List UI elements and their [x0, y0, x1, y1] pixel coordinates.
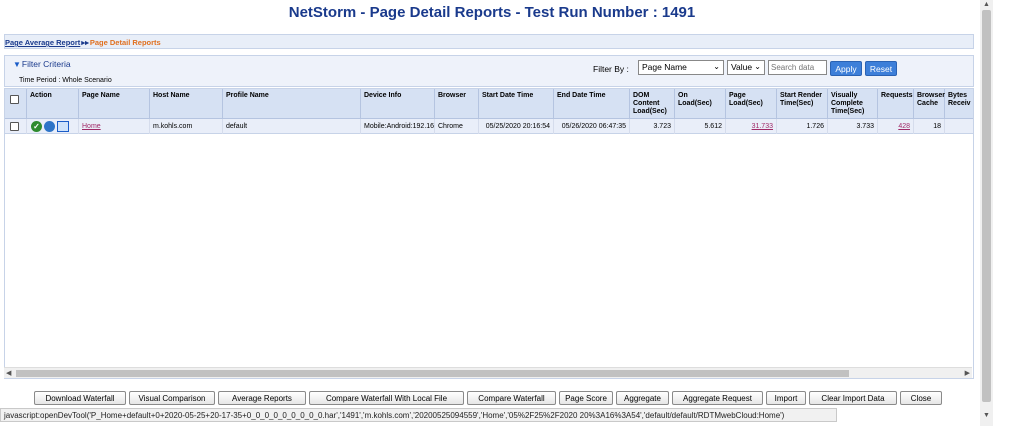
- cell-browser-cache: 18: [914, 119, 945, 134]
- page-score-button[interactable]: Page Score: [559, 391, 613, 405]
- scroll-right-icon[interactable]: ▶: [965, 369, 970, 377]
- cell-start-render: 1.726: [777, 119, 828, 134]
- breadcrumb-separator: ▸▸: [81, 38, 89, 47]
- apply-button[interactable]: Apply: [830, 61, 862, 76]
- horizontal-scrollbar[interactable]: ◀ ▶: [4, 367, 972, 378]
- cell-requests: 428: [878, 119, 914, 134]
- row-select-cell: [5, 119, 27, 134]
- aggregate-button[interactable]: Aggregate: [616, 391, 669, 405]
- cell-bytes-received: [945, 119, 973, 134]
- filter-criteria-toggle[interactable]: ▼Filter Criteria: [13, 59, 71, 69]
- compare-waterfall-button[interactable]: Compare Waterfall: [467, 391, 556, 405]
- table-header: Action Page Name Host Name Profile Name …: [5, 89, 973, 119]
- visual-comparison-button[interactable]: Visual Comparison: [129, 391, 215, 405]
- cell-visually-complete: 3.733: [828, 119, 878, 134]
- row-action-cell: ✓: [27, 119, 79, 134]
- header-end-date-time[interactable]: End Date Time: [554, 89, 630, 119]
- filter-criteria-label: Filter Criteria: [21, 59, 71, 69]
- cell-dom-content-load: 3.723: [630, 119, 675, 134]
- vertical-scroll-thumb[interactable]: [982, 10, 991, 402]
- breadcrumb-page-average-report[interactable]: Page Average Report: [5, 38, 80, 47]
- filter-panel: ▼Filter Criteria Time Period : Whole Sce…: [4, 55, 974, 87]
- header-visually-complete[interactable]: Visually Complete Time(Sec): [828, 89, 878, 119]
- select-all-column: [5, 89, 27, 119]
- search-data-input[interactable]: [768, 60, 827, 75]
- header-dom-content-load[interactable]: DOM Content Load(Sec): [630, 89, 675, 119]
- clear-import-data-button[interactable]: Clear Import Data: [809, 391, 897, 405]
- import-button[interactable]: Import: [766, 391, 806, 405]
- scroll-down-icon[interactable]: ▼: [983, 412, 990, 419]
- filter-field-value: Page Name: [642, 62, 687, 72]
- time-period-label: Time Period : Whole Scenario: [19, 77, 112, 84]
- download-waterfall-button[interactable]: Download Waterfall: [34, 391, 126, 405]
- cell-on-load: 5.612: [675, 119, 726, 134]
- page-detail-table: Action Page Name Host Name Profile Name …: [4, 88, 974, 379]
- reset-button[interactable]: Reset: [865, 61, 897, 76]
- header-requests[interactable]: Requests: [878, 89, 914, 119]
- filter-by-label: Filter By :: [593, 64, 629, 74]
- cell-host-name: m.kohls.com: [150, 119, 223, 134]
- close-button[interactable]: Close: [900, 391, 942, 405]
- header-page-load[interactable]: Page Load(Sec): [726, 89, 777, 119]
- cell-device-info: Mobile:Android:192.16: [361, 119, 435, 134]
- cell-end-date-time: 05/26/2020 06:47:35: [554, 119, 630, 134]
- app-window: NetStorm - Page Detail Reports - Test Ru…: [0, 0, 1024, 426]
- vertical-scrollbar[interactable]: ▲ ▼: [980, 0, 993, 426]
- requests-link[interactable]: 428: [898, 123, 910, 130]
- header-on-load[interactable]: On Load(Sec): [675, 89, 726, 119]
- screen-icon[interactable]: [57, 121, 69, 132]
- scroll-up-icon[interactable]: ▲: [983, 1, 990, 8]
- horizontal-scroll-thumb[interactable]: [16, 370, 849, 377]
- page-load-link[interactable]: 31.733: [752, 123, 773, 130]
- collapse-triangle-icon: ▼: [13, 60, 21, 69]
- breadcrumb-current: Page Detail Reports: [89, 38, 161, 47]
- header-device-info[interactable]: Device Info: [361, 89, 435, 119]
- aggregate-request-button[interactable]: Aggregate Request: [672, 391, 763, 405]
- header-start-date-time[interactable]: Start Date Time: [479, 89, 554, 119]
- cell-page-name: Home: [79, 119, 150, 134]
- scroll-left-icon[interactable]: ◀: [6, 369, 11, 377]
- header-browser[interactable]: Browser: [435, 89, 479, 119]
- header-page-name[interactable]: Page Name: [79, 89, 150, 119]
- table-row[interactable]: ✓ Home m.kohls.com default Mobile:Androi…: [5, 119, 973, 134]
- row-checkbox[interactable]: [10, 122, 19, 131]
- filter-operator-select[interactable]: Value ⌄: [727, 60, 765, 75]
- compare-waterfall-local-file-button[interactable]: Compare Waterfall With Local File: [309, 391, 464, 405]
- cell-profile-name: default: [223, 119, 361, 134]
- cell-page-load: 31.733: [726, 119, 777, 134]
- check-circle-icon[interactable]: ✓: [31, 121, 42, 132]
- status-bar: javascript:openDevTool('P_Home+default+0…: [0, 408, 837, 422]
- header-profile-name[interactable]: Profile Name: [223, 89, 361, 119]
- chevron-down-icon: ⌄: [754, 62, 761, 71]
- header-bytes-received[interactable]: Bytes Receiv: [945, 89, 973, 119]
- header-start-render[interactable]: Start Render Time(Sec): [777, 89, 828, 119]
- cell-browser: Chrome: [435, 119, 479, 134]
- filter-operator-value: Value: [731, 62, 753, 72]
- breadcrumb: Page Average Report▸▸Page Detail Reports: [4, 34, 974, 49]
- page-name-link[interactable]: Home: [82, 123, 101, 130]
- header-action[interactable]: Action: [27, 89, 79, 119]
- header-host-name[interactable]: Host Name: [150, 89, 223, 119]
- header-browser-cache[interactable]: Browser Cache: [914, 89, 945, 119]
- chevron-down-icon: ⌄: [713, 62, 720, 71]
- cell-start-date-time: 05/25/2020 20:16:54: [479, 119, 554, 134]
- gauge-icon[interactable]: [44, 121, 55, 132]
- action-button-bar: Download Waterfall Visual Comparison Ave…: [0, 391, 980, 405]
- page-title: NetStorm - Page Detail Reports - Test Ru…: [288, 4, 696, 21]
- select-all-checkbox[interactable]: [10, 95, 19, 104]
- filter-field-select[interactable]: Page Name ⌄: [638, 60, 724, 75]
- average-reports-button[interactable]: Average Reports: [218, 391, 306, 405]
